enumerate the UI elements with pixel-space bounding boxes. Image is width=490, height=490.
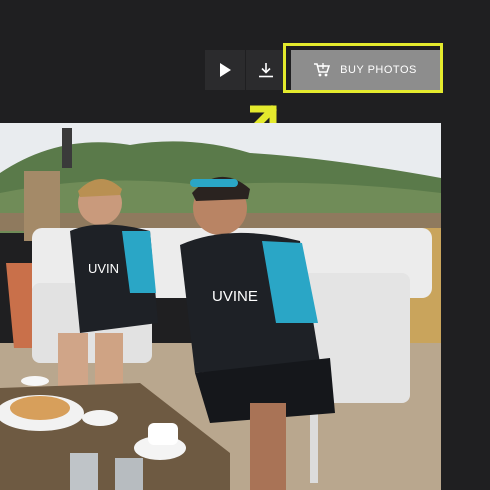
jersey-text-left: UVIN [88,261,119,276]
photo-preview: UVIN UVINE [0,123,441,490]
toolbar [205,50,287,92]
play-icon [220,63,231,77]
buy-photos-button[interactable]: BUY PHOTOS [291,50,440,90]
jersey-text-right: UVINE [212,288,258,305]
buy-photos-label: BUY PHOTOS [340,64,417,76]
cart-icon [314,63,331,77]
download-icon [259,63,273,78]
download-button[interactable] [246,50,286,90]
play-button[interactable] [205,50,245,90]
